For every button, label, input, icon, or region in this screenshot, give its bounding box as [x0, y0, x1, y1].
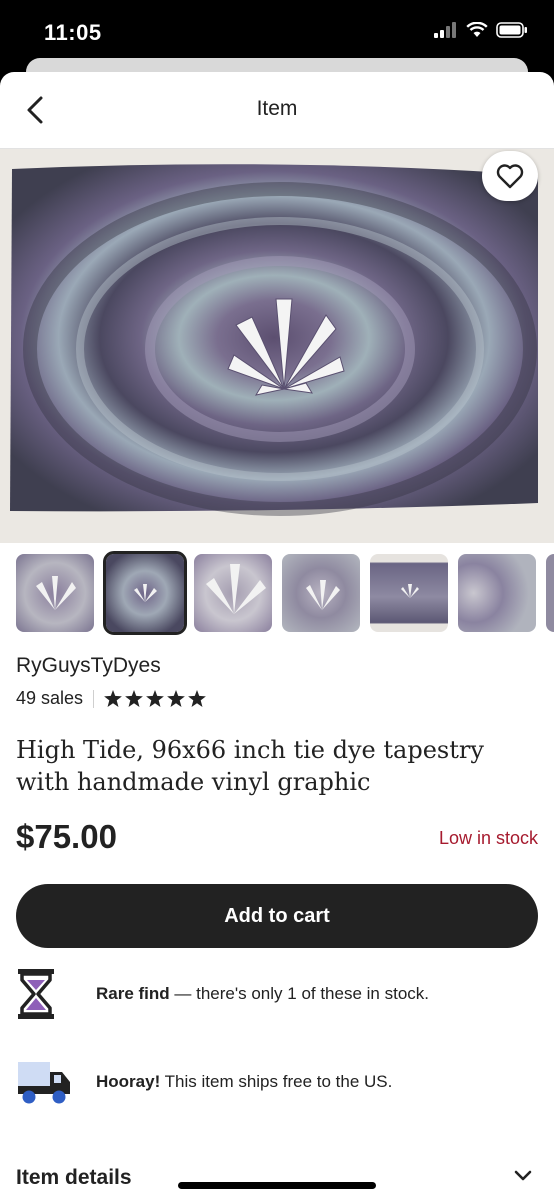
leaf-icon — [401, 584, 419, 598]
battery-icon — [496, 22, 527, 38]
thumbnail[interactable] — [194, 554, 272, 632]
free-shipping-notice: Hooray! This item ships free to the US. — [16, 1056, 392, 1108]
status-time: 11:05 — [44, 20, 102, 45]
star-icon — [188, 690, 206, 707]
star-rating[interactable] — [104, 690, 206, 707]
status-bar: 11:05 — [0, 0, 554, 66]
star-icon — [167, 690, 185, 707]
home-indicator — [178, 1182, 376, 1189]
item-details-header[interactable]: Item details — [16, 1166, 132, 1190]
rare-find-notice: Rare find — there's only 1 of these in s… — [16, 968, 429, 1020]
heart-icon — [496, 164, 524, 189]
star-icon — [104, 690, 122, 707]
status-icons — [434, 22, 528, 38]
listing-title: High Tide, 96x66 inch tie dye tapestry w… — [16, 736, 484, 796]
chevron-down-icon[interactable] — [514, 1170, 532, 1182]
leaf-icon — [306, 580, 340, 610]
rare-find-text: — there's only 1 of these in stock. — [169, 984, 430, 1003]
navigation-bar: Item — [0, 72, 554, 149]
shipping-text: This item ships free to the US. — [160, 1072, 393, 1091]
item-sheet: Item RyGuysTyDyes 49 sales High Tide, 96… — [0, 72, 554, 1200]
wifi-icon — [466, 22, 488, 37]
star-icon — [125, 690, 143, 707]
rare-find-bold: Rare find — [96, 984, 170, 1003]
thumbnail[interactable] — [16, 554, 94, 632]
leaf-icon — [134, 584, 157, 602]
favorite-button[interactable] — [482, 151, 538, 201]
thumbnail[interactable] — [282, 554, 360, 632]
price: $75.00 — [16, 818, 117, 855]
page-title: Item — [256, 97, 298, 120]
hourglass-icon — [16, 968, 78, 1020]
truck-icon — [16, 1056, 78, 1108]
thumbnail[interactable] — [546, 554, 554, 632]
listing-main-image[interactable] — [0, 149, 554, 543]
leaf-icon — [36, 576, 76, 610]
sales-count: 49 sales — [16, 688, 84, 708]
shipping-bold: Hooray! — [96, 1072, 161, 1091]
thumbnail[interactable] — [370, 554, 448, 632]
shop-name-link[interactable]: RyGuysTyDyes — [16, 654, 161, 678]
thumbnail-selected[interactable] — [103, 551, 187, 635]
shop-stats: 49 sales — [16, 688, 206, 709]
thumbnail[interactable] — [458, 554, 536, 632]
signal-icon — [434, 22, 456, 38]
leaf-icon — [206, 564, 266, 614]
thumbnail-strip[interactable] — [0, 543, 554, 651]
divider — [93, 689, 95, 708]
star-icon — [146, 690, 164, 707]
add-to-cart-button[interactable]: Add to cart — [16, 884, 538, 948]
stock-status: Low in stock — [438, 828, 538, 848]
tapestry-image — [0, 149, 554, 543]
